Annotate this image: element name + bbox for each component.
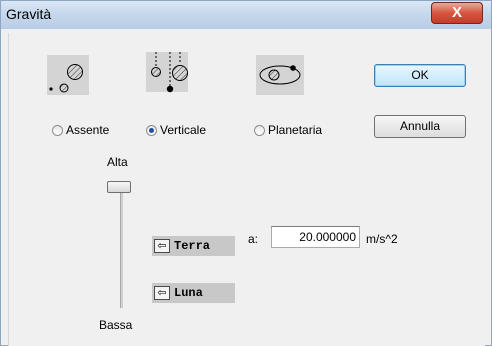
gravity-planetary-icon (256, 55, 304, 95)
gravity-none-icon (47, 55, 89, 95)
radio-verticale[interactable]: Verticale (146, 123, 206, 137)
acceleration-input[interactable]: 20.000000 (271, 226, 360, 248)
radio-label-planetaria: Planetaria (268, 123, 323, 137)
preset-luna-label: Luna (174, 286, 203, 300)
title-bar[interactable]: Gravità X (1, 1, 491, 29)
radio-label-assente: Assente (66, 123, 110, 137)
ok-button[interactable]: OK (374, 64, 466, 87)
cancel-button[interactable]: Annulla (374, 115, 466, 138)
acceleration-label: a: (248, 232, 259, 246)
slider-bottom-label: Bassa (99, 318, 133, 332)
preset-terra-button[interactable]: ⇦ Terra (152, 236, 235, 256)
gravity-vertical-icon (146, 52, 188, 93)
radio-assente[interactable]: Assente (52, 123, 109, 137)
gravity-slider-thumb[interactable] (107, 181, 131, 193)
acceleration-unit: m/s^2 (366, 232, 398, 246)
radio-circle (52, 124, 63, 136)
gravity-slider-track[interactable] (120, 190, 123, 308)
window-title: Gravità (6, 6, 52, 22)
arrow-left-icon: ⇦ (154, 286, 170, 300)
arrow-left-icon: ⇦ (154, 239, 170, 253)
radio-circle (146, 124, 157, 136)
radio-selected-dot (149, 127, 154, 133)
close-button[interactable]: X (431, 2, 483, 24)
preset-terra-label: Terra (174, 239, 211, 253)
radio-label-verticale: Verticale (160, 123, 207, 137)
slider-top-label: Alta (107, 155, 128, 169)
radio-planetaria[interactable]: Planetaria (254, 123, 322, 137)
radio-circle (254, 124, 265, 136)
preset-luna-button[interactable]: ⇦ Luna (152, 283, 235, 303)
